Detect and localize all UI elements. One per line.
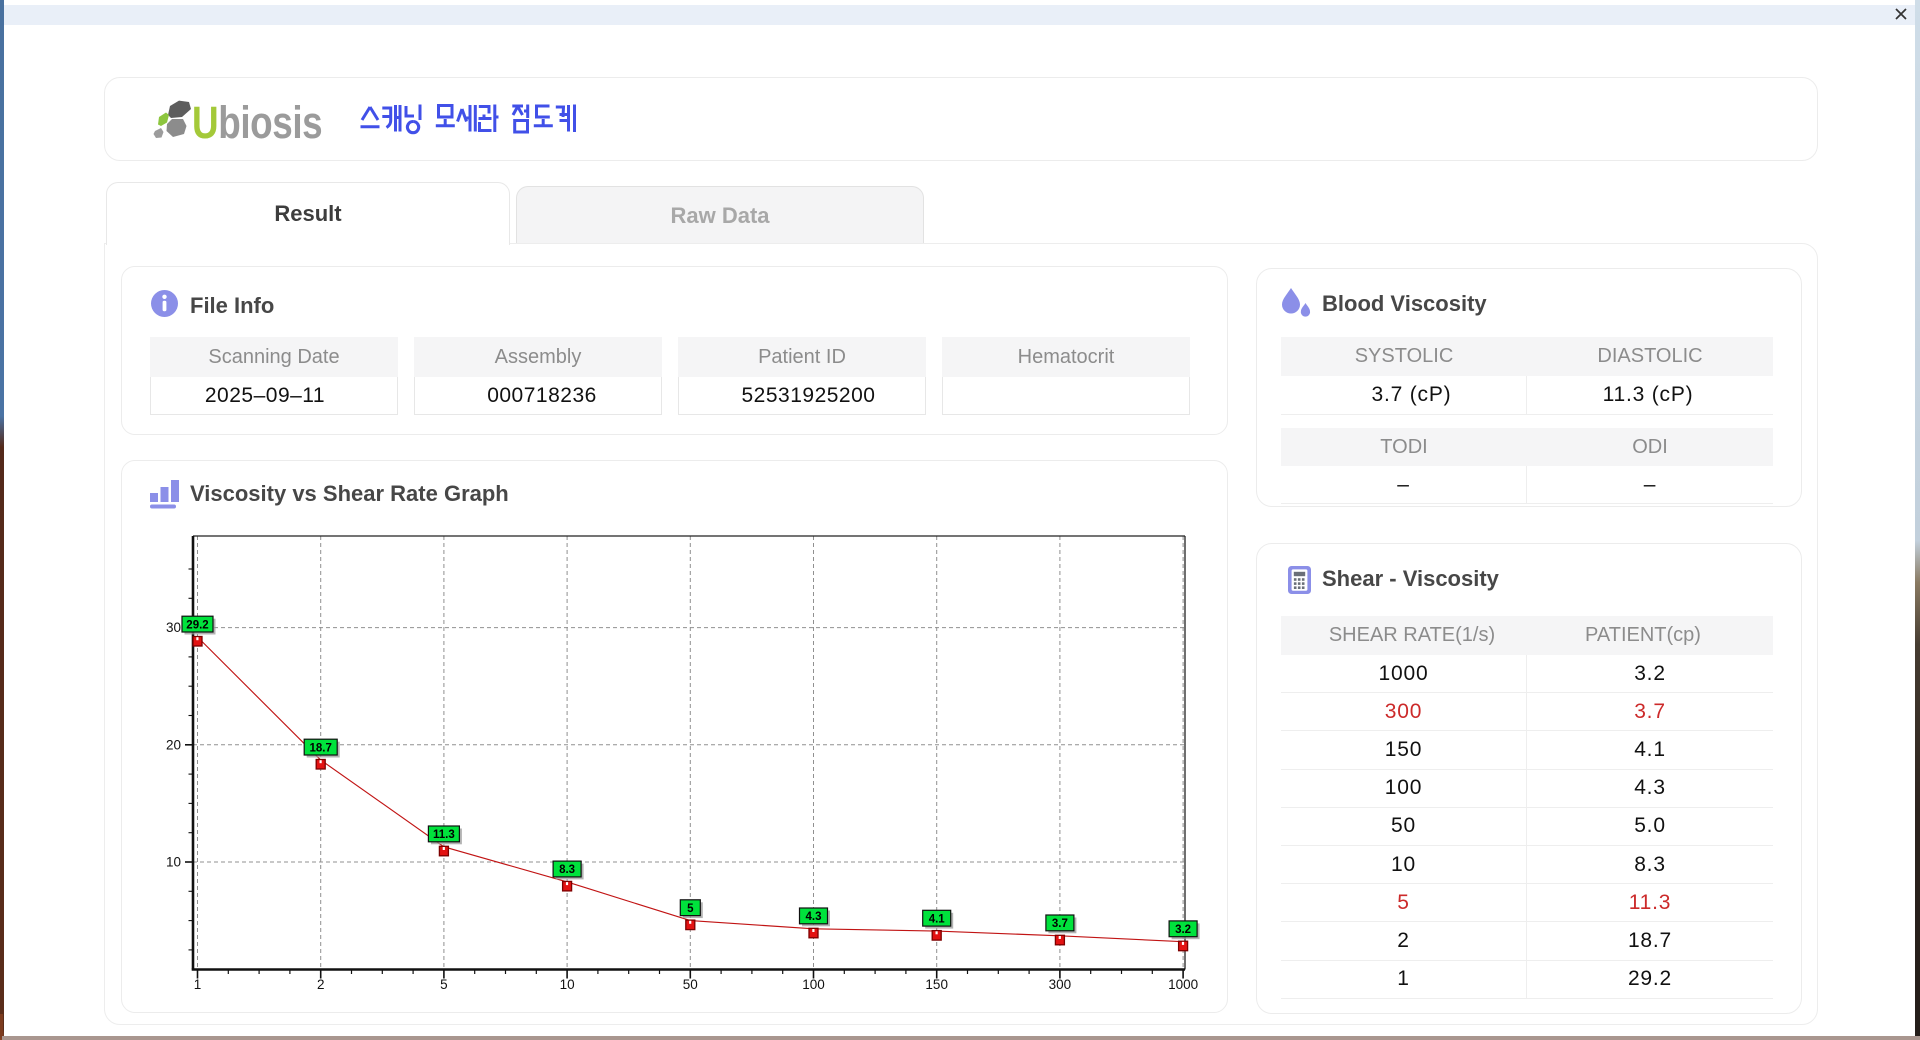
svg-text:2: 2 [317,977,325,992]
svg-text:50: 50 [683,977,698,992]
svg-text:20: 20 [166,737,181,752]
svg-text:10: 10 [560,977,575,992]
svg-text:5: 5 [687,903,694,915]
svg-text:3.2: 3.2 [1175,924,1191,936]
svg-text:3.7: 3.7 [1052,918,1068,930]
svg-text:10: 10 [166,855,181,870]
svg-text:100: 100 [802,977,825,992]
svg-text:4.3: 4.3 [806,911,822,923]
svg-text:18.7: 18.7 [310,742,332,754]
svg-text:30: 30 [166,620,181,635]
svg-text:1: 1 [194,977,202,992]
svg-text:29.2: 29.2 [186,619,208,631]
svg-text:4.1: 4.1 [929,913,946,925]
svg-text:11.3: 11.3 [433,829,455,841]
svg-text:1000: 1000 [1168,977,1198,992]
svg-text:150: 150 [925,977,948,992]
svg-text:8.3: 8.3 [559,864,575,876]
svg-text:5: 5 [440,977,448,992]
svg-text:300: 300 [1049,977,1072,992]
